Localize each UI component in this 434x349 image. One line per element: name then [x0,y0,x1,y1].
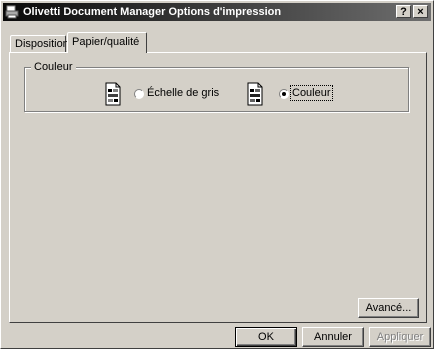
color-group-label: Couleur [31,61,76,73]
advanced-button[interactable]: Avancé... [358,298,419,318]
color-radio[interactable] [279,89,289,99]
tab-papier-qualite[interactable]: Papier/qualité [67,32,147,53]
grayscale-label[interactable]: Échelle de gris [147,87,219,99]
help-button[interactable]: ? [396,5,411,18]
ok-button[interactable]: OK [235,327,297,347]
print-options-dialog: Olivetti Document Manager Options d'impr… [0,0,434,349]
close-button[interactable]: × [413,5,428,18]
window-title: Olivetti Document Manager Options d'impr… [23,6,282,18]
cancel-button[interactable]: Annuler [302,327,364,347]
title-bar[interactable]: Olivetti Document Manager Options d'impr… [3,3,431,21]
printer-icon [5,5,19,19]
grayscale-radio[interactable] [134,89,144,99]
apply-button[interactable]: Appliquer [369,327,431,347]
color-document-icon [247,82,263,106]
color-label[interactable]: Couleur [290,85,333,101]
radio-selected-dot [282,92,286,96]
tab-disposition[interactable]: Disposition [10,35,69,52]
grayscale-document-icon [105,82,121,106]
